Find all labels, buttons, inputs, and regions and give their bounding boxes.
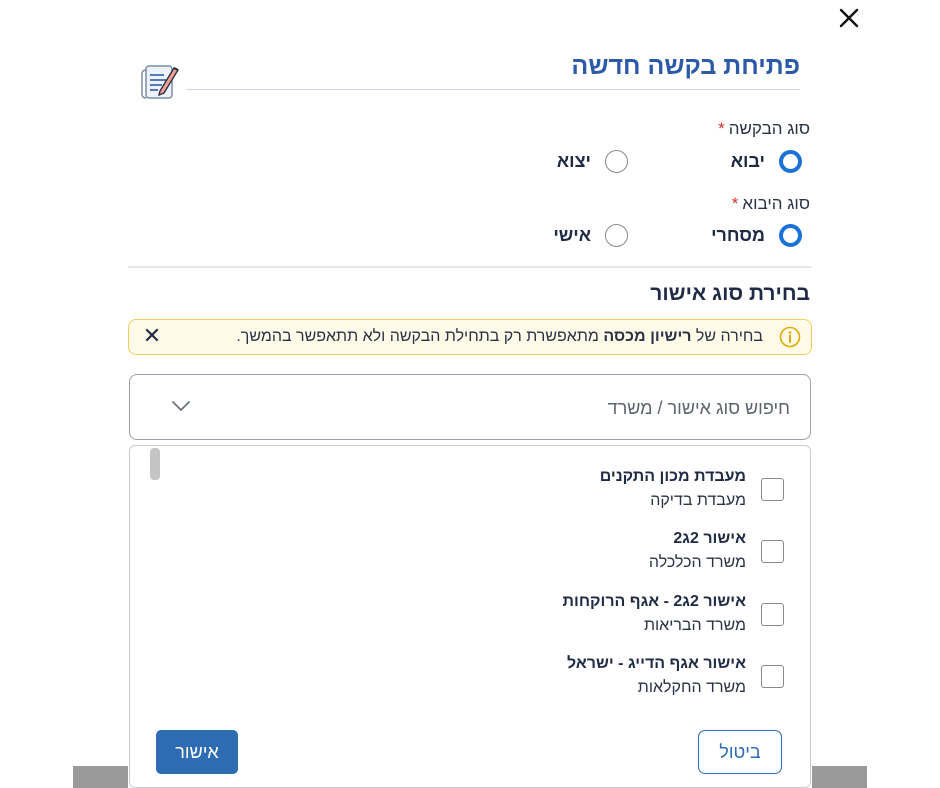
radio-commercial-circle[interactable]	[779, 224, 802, 247]
import-type-label-text: סוג היבוא	[742, 194, 810, 213]
radio-import[interactable]: יבוא	[731, 150, 802, 173]
checkbox[interactable]	[761, 665, 784, 688]
document-pen-icon	[141, 65, 179, 99]
list-item[interactable]: אישור 2ג2 - אגף הרוקחות משרד הבריאות	[430, 593, 810, 643]
checkbox[interactable]	[761, 603, 784, 626]
notice-bold: רישיון מכסה	[603, 328, 692, 345]
info-icon	[779, 326, 801, 348]
radio-personal[interactable]: אישי	[553, 224, 628, 247]
radio-personal-circle[interactable]	[605, 224, 628, 247]
confirm-button[interactable]: אישור	[156, 730, 238, 774]
close-icon[interactable]	[836, 5, 862, 31]
radio-export-label: יצוא	[556, 151, 591, 171]
import-type-label: סוג היבוא*	[732, 194, 810, 214]
approval-search-combobox[interactable]	[129, 374, 811, 440]
notice-suffix: מתאפשרת רק בתחילת הבקשה ולא תתאפשר בהמשך…	[236, 328, 604, 345]
quota-license-notice: בחירה של רישיון מכסה מתאפשרת רק בתחילת ה…	[128, 319, 812, 355]
scrollbar-thumb[interactable]	[150, 448, 160, 480]
radio-export[interactable]: יצוא	[557, 150, 628, 173]
title-underline	[186, 89, 800, 90]
list-item[interactable]: אישור אגף הדייג - ישראל משרד החקלאות	[430, 655, 810, 705]
dialog-title: פתיחת בקשה חדשה	[571, 52, 800, 80]
checkbox[interactable]	[761, 540, 784, 563]
notice-close-icon[interactable]: ✕	[141, 325, 163, 347]
item-subtitle: משרד החקלאות	[637, 679, 746, 696]
radio-personal-label: אישי	[553, 225, 591, 245]
new-request-dialog: פתיחת בקשה חדשה סוג הבקשה* יבוא יצוא סוג…	[128, 40, 812, 788]
item-subtitle: מעבדת בדיקה	[650, 492, 746, 509]
section-divider	[128, 266, 812, 268]
approval-search-input[interactable]	[230, 395, 790, 421]
checkbox[interactable]	[761, 478, 784, 501]
notice-text: בחירה של רישיון מכסה מתאפשרת רק בתחילת ה…	[236, 328, 763, 346]
request-type-label-text: סוג הבקשה	[728, 119, 810, 138]
item-title: אישור אגף הדייג - ישראל	[567, 655, 746, 672]
required-mark: *	[718, 119, 725, 138]
item-subtitle: משרד הבריאות	[643, 617, 746, 634]
notice-prefix: בחירה של	[691, 328, 763, 345]
radio-commercial-label: מסחרי	[711, 225, 765, 245]
item-title: אישור 2ג2 - אגף הרוקחות	[562, 593, 746, 610]
list-item[interactable]: מעבדת מכון התקנים מעבדת בדיקה	[430, 468, 810, 518]
item-title: אישור 2ג2	[673, 530, 746, 547]
required-mark: *	[731, 194, 739, 213]
radio-commercial[interactable]: מסחרי	[711, 224, 802, 247]
chevron-down-icon[interactable]	[170, 399, 192, 413]
cancel-button[interactable]: ביטול	[698, 730, 782, 774]
radio-export-circle[interactable]	[605, 150, 628, 173]
radio-import-label: יבוא	[730, 151, 765, 171]
radio-import-circle[interactable]	[779, 150, 802, 173]
list-item[interactable]: אישור 2ג2 משרד הכלכלה	[430, 530, 810, 580]
approval-section-title: בחירת סוג אישור	[650, 282, 810, 305]
item-subtitle: משרד הכלכלה	[648, 554, 746, 571]
item-title: מעבדת מכון התקנים	[599, 468, 746, 485]
request-type-label: סוג הבקשה*	[718, 119, 810, 139]
